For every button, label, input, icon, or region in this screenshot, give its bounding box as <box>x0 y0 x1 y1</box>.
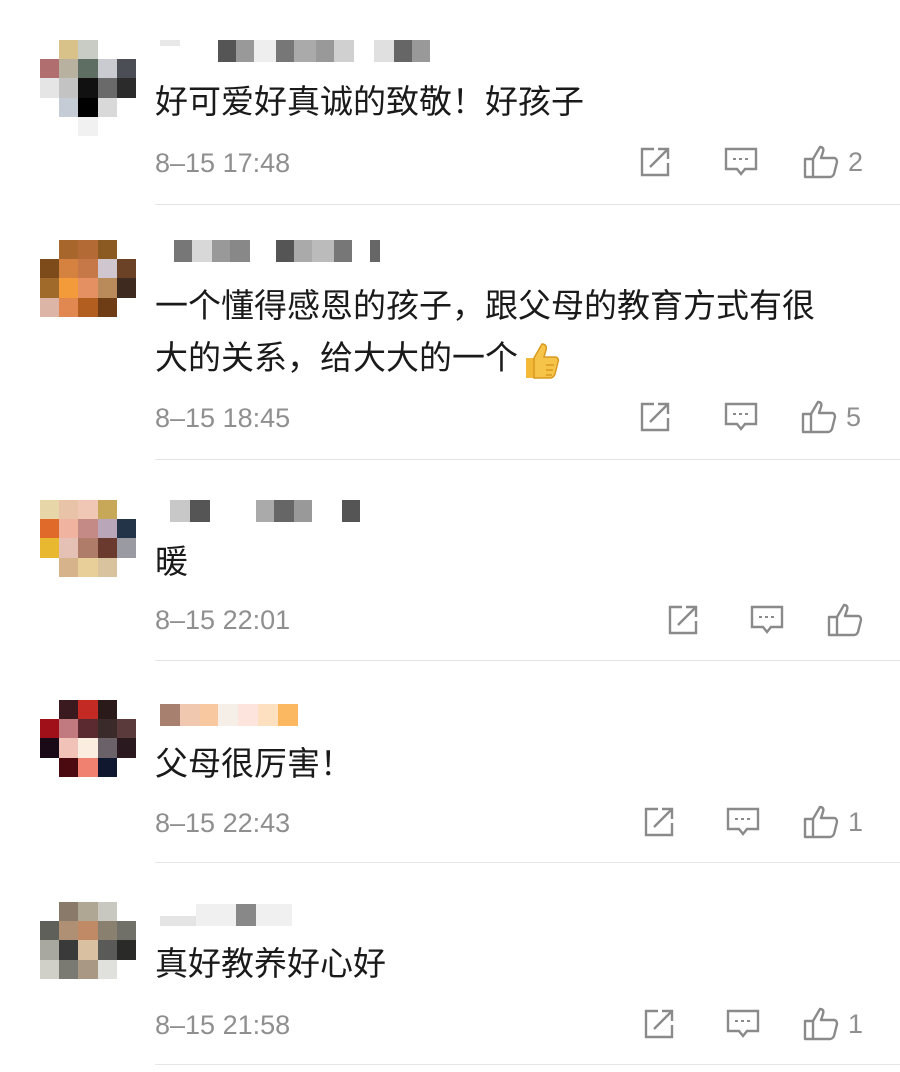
reply-icon <box>726 1009 760 1038</box>
like-button[interactable] <box>826 602 872 638</box>
like-icon <box>803 145 839 179</box>
comment-time: 8–15 17:48 <box>155 148 291 178</box>
comment-time: 8–15 22:43 <box>155 808 291 838</box>
divider <box>155 459 900 460</box>
share-button[interactable] <box>640 1007 678 1041</box>
like-button[interactable]: 2 <box>802 144 863 180</box>
thumbs-up-emoji-icon <box>526 342 560 379</box>
like-icon <box>803 805 839 839</box>
reply-button[interactable] <box>722 145 760 179</box>
like-icon <box>801 400 837 434</box>
comment-text: 一个懂得感恩的孩子，跟父母的教育方式有很大的关系，给大大的一个 <box>155 280 840 384</box>
like-button[interactable]: 5 <box>800 399 861 435</box>
reply-icon <box>724 402 758 431</box>
share-icon <box>640 147 670 177</box>
comment-time: 8–15 21:58 <box>155 1010 291 1040</box>
comment-time: 8–15 22:01 <box>155 605 291 635</box>
share-icon <box>644 807 674 837</box>
like-icon <box>803 1007 839 1041</box>
share-button[interactable] <box>664 603 702 637</box>
username-redacted[interactable] <box>160 240 380 262</box>
reply-icon <box>750 605 784 634</box>
avatar[interactable] <box>40 700 136 796</box>
comment-text: 父母很厉害！ <box>155 744 353 783</box>
comment-actions: 1 <box>640 1004 863 1044</box>
username-redacted[interactable] <box>160 500 360 522</box>
avatar[interactable] <box>40 500 136 596</box>
comment-actions: 1 <box>640 802 863 842</box>
share-icon <box>644 1009 674 1039</box>
username-redacted[interactable] <box>160 40 430 62</box>
avatar[interactable] <box>40 40 136 136</box>
share-icon <box>668 605 698 635</box>
comment-actions: 5 <box>636 397 861 437</box>
reply-button[interactable] <box>724 1007 762 1041</box>
like-count: 5 <box>846 401 862 432</box>
like-count: 2 <box>848 146 864 177</box>
share-button[interactable] <box>636 145 674 179</box>
share-button[interactable] <box>636 400 674 434</box>
reply-button[interactable] <box>724 805 762 839</box>
avatar[interactable] <box>40 902 136 998</box>
share-button[interactable] <box>640 805 678 839</box>
divider <box>155 660 900 661</box>
comment-actions <box>664 600 872 640</box>
like-button[interactable]: 1 <box>802 804 863 840</box>
reply-button[interactable] <box>748 603 786 637</box>
share-icon <box>640 402 670 432</box>
reply-icon <box>724 147 758 176</box>
comment-actions: 2 <box>636 142 863 182</box>
comment-text: 暖 <box>155 542 188 581</box>
comment-time: 8–15 18:45 <box>155 403 291 433</box>
comment-text: 好可爱好真诚的致敬！好孩子 <box>155 82 584 121</box>
like-count: 1 <box>848 806 864 837</box>
username-redacted[interactable] <box>160 704 298 726</box>
username-redacted[interactable] <box>160 904 292 926</box>
like-icon <box>827 603 863 637</box>
comment-text-content: 一个懂得感恩的孩子，跟父母的教育方式有很大的关系，给大大的一个 <box>155 286 815 377</box>
avatar[interactable] <box>40 240 136 336</box>
comment-text: 真好教养好心好 <box>155 944 386 983</box>
reply-button[interactable] <box>722 400 760 434</box>
like-button[interactable]: 1 <box>802 1006 863 1042</box>
like-count: 1 <box>848 1008 864 1039</box>
reply-icon <box>726 807 760 836</box>
divider <box>155 1064 900 1065</box>
divider <box>155 204 900 205</box>
divider <box>155 862 900 863</box>
